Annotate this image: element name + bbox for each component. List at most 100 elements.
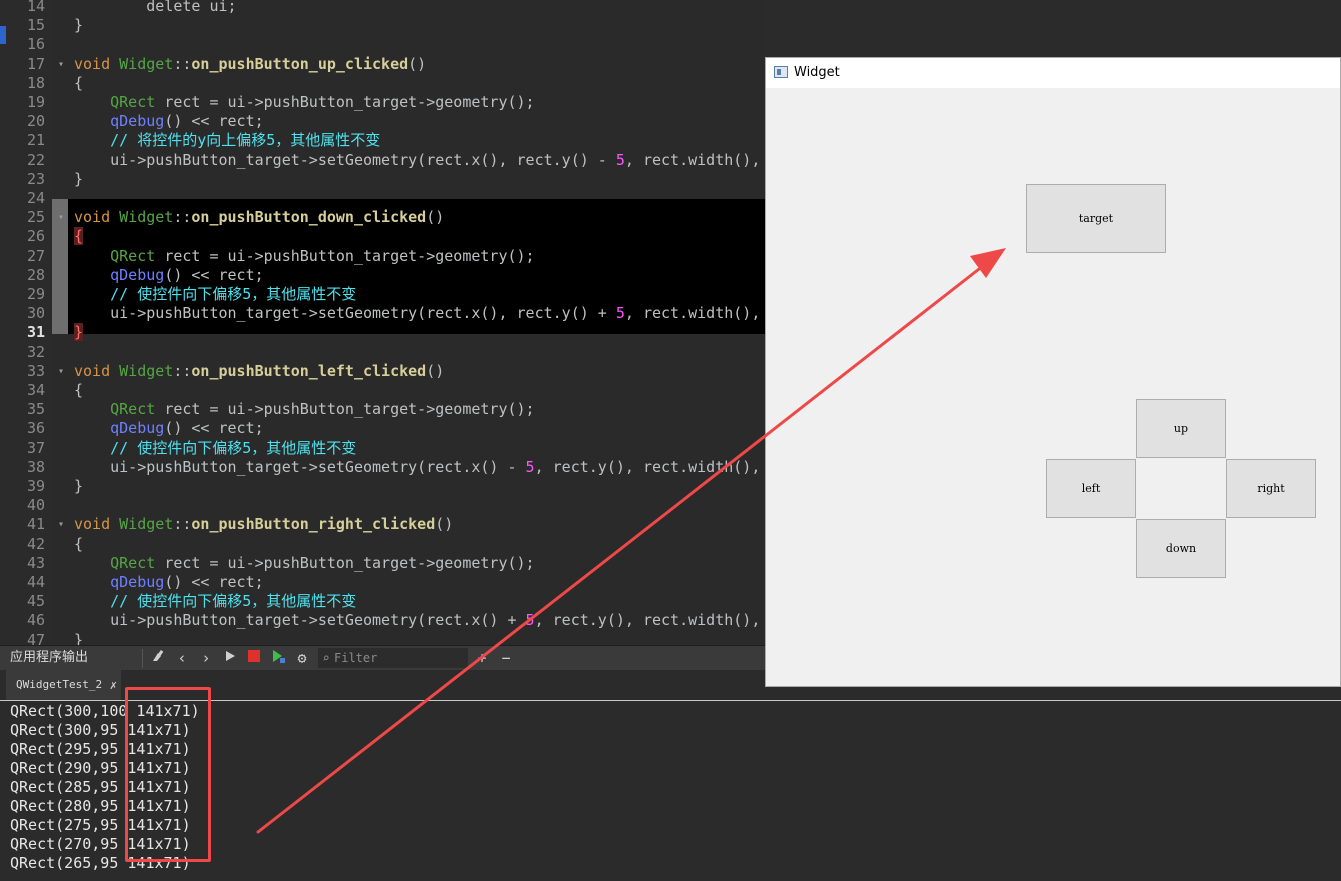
- left-button[interactable]: left: [1046, 459, 1136, 518]
- code-line[interactable]: 47}: [0, 631, 765, 645]
- line-number: 28: [26, 265, 45, 284]
- line-number: 20: [26, 112, 45, 131]
- zoom-out-icon[interactable]: −: [496, 648, 516, 668]
- code-line[interactable]: 27 QRect rect = ui->pushButton_target->g…: [0, 247, 765, 266]
- debug-run-icon[interactable]: [268, 648, 288, 668]
- line-number: 16: [26, 35, 45, 54]
- code-line[interactable]: 29 // 使控件向下偏移5，其他属性不变: [0, 285, 765, 304]
- filter-input[interactable]: ⌕ Filter: [318, 648, 468, 668]
- code-text: qDebug() << rect;: [110, 112, 264, 131]
- code-text: // 使控件向下偏移5，其他属性不变: [110, 592, 357, 611]
- code-text: {: [74, 227, 84, 246]
- code-line[interactable]: 19 QRect rect = ui->pushButton_target->g…: [0, 93, 765, 112]
- line-number: 27: [26, 246, 45, 265]
- code-line[interactable]: 14 delete ui;: [0, 0, 765, 16]
- code-line[interactable]: 39}: [0, 477, 765, 496]
- line-number: 36: [26, 419, 45, 438]
- fold-toggle-icon[interactable]: ▾: [55, 362, 67, 381]
- code-line[interactable]: 36 qDebug() << rect;: [0, 419, 765, 438]
- stop-icon[interactable]: [244, 648, 264, 668]
- code-line[interactable]: 44 qDebug() << rect;: [0, 573, 765, 592]
- code-line[interactable]: 46 ui->pushButton_target->setGeometry(re…: [0, 611, 765, 630]
- line-number: 22: [26, 150, 45, 169]
- code-line[interactable]: 15}: [0, 16, 765, 35]
- code-line[interactable]: 34 {: [0, 381, 765, 400]
- next-icon[interactable]: ›: [196, 648, 216, 668]
- code-text: qDebug() << rect;: [110, 419, 264, 438]
- run-icon[interactable]: [220, 648, 240, 668]
- code-text: delete ui;: [146, 0, 237, 15]
- code-text: }: [74, 169, 84, 188]
- line-number: 18: [26, 73, 45, 92]
- line-number: 29: [26, 285, 45, 303]
- target-button[interactable]: target: [1026, 184, 1166, 253]
- code-line[interactable]: 38 ui->pushButton_target->setGeometry(re…: [0, 458, 765, 477]
- code-text: qDebug() << rect;: [110, 573, 264, 591]
- code-text: }: [74, 323, 84, 342]
- previous-icon[interactable]: ‹: [172, 648, 192, 668]
- fold-toggle-icon[interactable]: ▾: [55, 515, 67, 534]
- code-line[interactable]: 28 qDebug() << rect;: [0, 266, 765, 285]
- code-line[interactable]: 26 {: [0, 227, 765, 246]
- code-text: }: [74, 477, 84, 495]
- code-text: QRect rect = ui->pushButton_target->geom…: [110, 400, 535, 419]
- line-number: 25: [26, 208, 45, 227]
- code-text: QRect rect = ui->pushButton_target->geom…: [110, 93, 535, 111]
- code-line[interactable]: 30 ui->pushButton_target->setGeometry(re…: [0, 304, 765, 323]
- code-line[interactable]: 31}: [0, 323, 765, 342]
- code-line[interactable]: 20 qDebug() << rect;: [0, 112, 765, 131]
- tab-qwidgettest-2[interactable]: QWidgetTest_2 ✗: [6, 670, 121, 700]
- code-line[interactable]: 41 ▾ void Widget::on_pushButton_right_clic…: [0, 515, 765, 534]
- line-number: 46: [26, 611, 45, 630]
- code-line[interactable]: 21 // 将控件的y向上偏移5，其他属性不变: [0, 131, 765, 150]
- right-button[interactable]: right: [1226, 459, 1316, 518]
- code-line[interactable]: 16: [0, 35, 765, 54]
- code-text: {: [74, 73, 84, 92]
- code-text: // 使控件向下偏移5，其他属性不变: [110, 285, 357, 303]
- code-line[interactable]: 18 {: [0, 74, 765, 93]
- code-line[interactable]: 45 // 使控件向下偏移5，其他属性不变: [0, 592, 765, 611]
- code-line[interactable]: 33 ▾ void Widget::on_pushButton_left_click…: [0, 362, 765, 381]
- line-number: 38: [26, 457, 45, 476]
- down-button[interactable]: down: [1136, 519, 1226, 578]
- line-number: 41: [26, 515, 45, 534]
- code-line[interactable]: 17 ▾ void Widget::on_pushButton_up_clicked…: [0, 55, 765, 74]
- code-line[interactable]: 25 ▾ void Widget::on_pushButton_down_click…: [0, 208, 765, 227]
- line-number: 35: [26, 400, 45, 419]
- code-text: {: [74, 381, 84, 399]
- up-button[interactable]: up: [1136, 399, 1226, 458]
- window-titlebar[interactable]: Widget: [766, 58, 1340, 88]
- line-number: 45: [26, 592, 45, 611]
- toolbar-separator: [142, 649, 143, 668]
- code-line[interactable]: 24: [0, 189, 765, 208]
- code-line[interactable]: 35 QRect rect = ui->pushButton_target->g…: [0, 400, 765, 419]
- code-text: ui->pushButton_target->setGeometry(rect.…: [110, 611, 761, 630]
- fold-toggle-icon[interactable]: ▾: [55, 55, 67, 74]
- code-line[interactable]: 37 // 使控件向下偏移5，其他属性不变: [0, 439, 765, 458]
- code-text: void Widget::on_pushButton_left_clicked(…: [74, 361, 445, 380]
- code-line[interactable]: 42 {: [0, 535, 765, 554]
- zoom-in-icon[interactable]: +: [472, 648, 492, 668]
- window-app-icon: [774, 66, 788, 78]
- window-title: Widget: [794, 65, 840, 80]
- code-line[interactable]: 32: [0, 343, 765, 362]
- line-number: 42: [26, 534, 45, 553]
- code-line[interactable]: 22 ui->pushButton_target->setGeometry(re…: [0, 151, 765, 170]
- code-editor[interactable]: 14 delete ui; 15} 16 17 ▾ void Widget::on_pus…: [0, 0, 765, 645]
- code-text: {: [74, 534, 84, 553]
- code-text: QRect rect = ui->pushButton_target->geom…: [110, 553, 535, 572]
- code-line[interactable]: 40: [0, 496, 765, 515]
- tab-label: QWidgetTest_2: [16, 678, 103, 691]
- pin-icon[interactable]: ✗: [110, 670, 117, 700]
- line-number: 47: [26, 630, 45, 645]
- line-number: 19: [26, 93, 45, 111]
- code-line[interactable]: 43 QRect rect = ui->pushButton_target->g…: [0, 554, 765, 573]
- widget-window[interactable]: Widget target up left right down: [765, 57, 1341, 687]
- settings-gear-icon[interactable]: ⚙: [292, 648, 312, 668]
- code-text: void Widget::on_pushButton_down_clicked(…: [74, 208, 445, 227]
- output-toolbar: 应用程序输出 ‹ › ⚙ ⌕ Filter + −: [0, 645, 765, 672]
- code-text: // 使控件向下偏移5，其他属性不变: [110, 438, 357, 457]
- code-line[interactable]: 23}: [0, 170, 765, 189]
- clear-output-icon[interactable]: [148, 648, 168, 668]
- fold-toggle-icon[interactable]: ▾: [55, 208, 67, 227]
